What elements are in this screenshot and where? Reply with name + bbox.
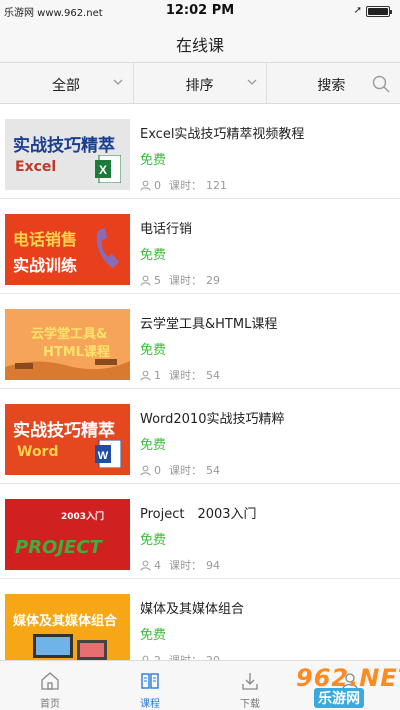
course-thumbnail: 云学堂工具& HTML课程 [5, 309, 130, 380]
tab-home-label: 首页 [40, 699, 60, 710]
lesson-count: 29 [206, 273, 220, 287]
thumb-sub: PROJECT [15, 537, 102, 558]
excel-icon: X [95, 155, 121, 183]
course-meta: 1 课时： 54 [140, 367, 220, 383]
course-title: Word2010实战技巧精粹 [140, 412, 285, 427]
thumb-headline: 电话销售 [13, 230, 78, 249]
thumb-sub: 实战训练 [13, 256, 78, 275]
filter-all-dropdown[interactable]: 全部 [0, 63, 134, 103]
lessons-label: 课时： [169, 652, 202, 660]
course-item[interactable]: 云学堂工具& HTML课程 云学堂工具&HTML课程 免费 1 课时： 54 [0, 294, 400, 389]
home-icon [41, 672, 59, 690]
tab-home[interactable]: 首页 [0, 661, 100, 710]
course-list: 实战技巧精萃 Excel X Excel实战技巧精萃视频教程 免费 0 课时： … [0, 104, 400, 660]
user-icon [140, 275, 151, 286]
course-price: 免费 [140, 438, 167, 453]
site-watermark: 962.NET 乐游网 [256, 664, 400, 708]
thumb-headline: 2003入门 [61, 512, 105, 522]
user-icon [140, 560, 151, 571]
learner-count: 5 [154, 273, 161, 287]
thumb-sub: HTML课程 [43, 345, 110, 360]
course-price: 免费 [140, 628, 167, 643]
lesson-count: 54 [206, 368, 220, 382]
search-icon [373, 75, 390, 93]
learner-count: 0 [154, 463, 161, 477]
learner-count: 0 [154, 178, 161, 192]
svg-text:X: X [99, 163, 107, 177]
course-thumbnail: 实战技巧精萃 Word W [5, 404, 130, 475]
tab-courses[interactable]: 课程 [100, 661, 200, 710]
chevron-down-icon [113, 79, 123, 85]
course-title: 媒体及其媒体组合 [140, 602, 245, 617]
lessons-label: 课时： [169, 179, 202, 192]
thumb-sub: Excel [15, 159, 57, 175]
thumb-headline: 实战技巧精萃 [13, 421, 115, 441]
search-button[interactable]: 搜索 [267, 63, 400, 103]
filter-sort-dropdown[interactable]: 排序 [134, 63, 268, 103]
filter-sort-label: 排序 [185, 78, 214, 94]
course-meta: 0 课时： 54 [140, 462, 220, 478]
lesson-count: 121 [206, 178, 227, 192]
filter-bar: 全部 排序 搜索 [0, 62, 400, 104]
thumb-headline: 媒体及其媒体组合 [13, 614, 118, 629]
user-icon [140, 370, 151, 381]
learner-count: 1 [154, 368, 161, 382]
course-meta: 5 课时： 29 [140, 272, 220, 288]
lessons-label: 课时： [169, 464, 202, 477]
devices-image [33, 634, 107, 660]
course-title: Excel实战技巧精萃视频教程 [140, 127, 305, 142]
course-price: 免费 [140, 248, 167, 263]
svg-text:W: W [98, 450, 109, 462]
lessons-label: 课时： [169, 274, 202, 287]
course-item[interactable]: 实战技巧精萃 Word W Word2010实战技巧精粹 免费 0 课时： 54 [0, 389, 400, 484]
course-item[interactable]: 2003入门 PROJECT Project 2003入门 免费 4 课时： 9… [0, 484, 400, 579]
thumb-sub: Word [17, 444, 59, 460]
course-thumbnail: 2003入门 PROJECT [5, 499, 130, 570]
user-icon [140, 180, 151, 191]
page-title: 在线课 [175, 36, 224, 55]
course-thumbnail: 实战技巧精萃 Excel X [5, 119, 130, 190]
course-title: Project 2003入门 [140, 507, 257, 522]
status-time: 12:02 PM [165, 3, 235, 18]
course-price: 免费 [140, 153, 167, 168]
course-title: 云学堂工具&HTML课程 [140, 317, 278, 332]
course-meta: 0 课时： 121 [140, 177, 227, 193]
course-item[interactable]: 实战技巧精萃 Excel X Excel实战技巧精萃视频教程 免费 0 课时： … [0, 104, 400, 199]
thumb-headline: 实战技巧精萃 [13, 136, 115, 156]
lessons-label: 课时： [169, 369, 202, 382]
course-meta: 2 课时： 20 [140, 652, 220, 660]
tab-courses-label: 课程 [140, 699, 160, 710]
lessons-label: 课时： [169, 559, 202, 572]
search-label: 搜索 [317, 78, 346, 94]
watermark-text: 乐游网 [314, 688, 364, 708]
telephone-icon [96, 228, 119, 268]
learner-count: 4 [154, 558, 161, 572]
filter-all-label: 全部 [52, 78, 80, 94]
lesson-count: 94 [206, 558, 220, 572]
course-item[interactable]: 电话销售 实战训练 电话行销 免费 5 课时： 29 [0, 199, 400, 294]
nav-bar: 在线课 [0, 22, 400, 62]
course-thumbnail: 媒体及其媒体组合 [5, 594, 130, 660]
course-thumbnail: 电话销售 实战训练 [5, 214, 130, 285]
status-bar: 乐游网 www.962.net 12:02 PM ➚ [0, 0, 400, 22]
thumb-headline: 云学堂工具& [31, 327, 108, 342]
course-title: 电话行销 [140, 222, 193, 237]
course-price: 免费 [140, 343, 167, 358]
book-icon [141, 673, 159, 689]
course-price: 免费 [140, 533, 167, 548]
charging-icon: ➚ [353, 5, 362, 16]
lesson-count: 54 [206, 463, 220, 477]
word-icon: W [95, 440, 121, 468]
chevron-down-icon [247, 79, 257, 85]
user-icon [140, 465, 151, 476]
course-item[interactable]: 媒体及其媒体组合 媒体及其媒体组合 免费 2 课时： 20 [0, 579, 400, 660]
course-meta: 4 课时： 94 [140, 557, 220, 573]
battery-icon [366, 6, 392, 17]
